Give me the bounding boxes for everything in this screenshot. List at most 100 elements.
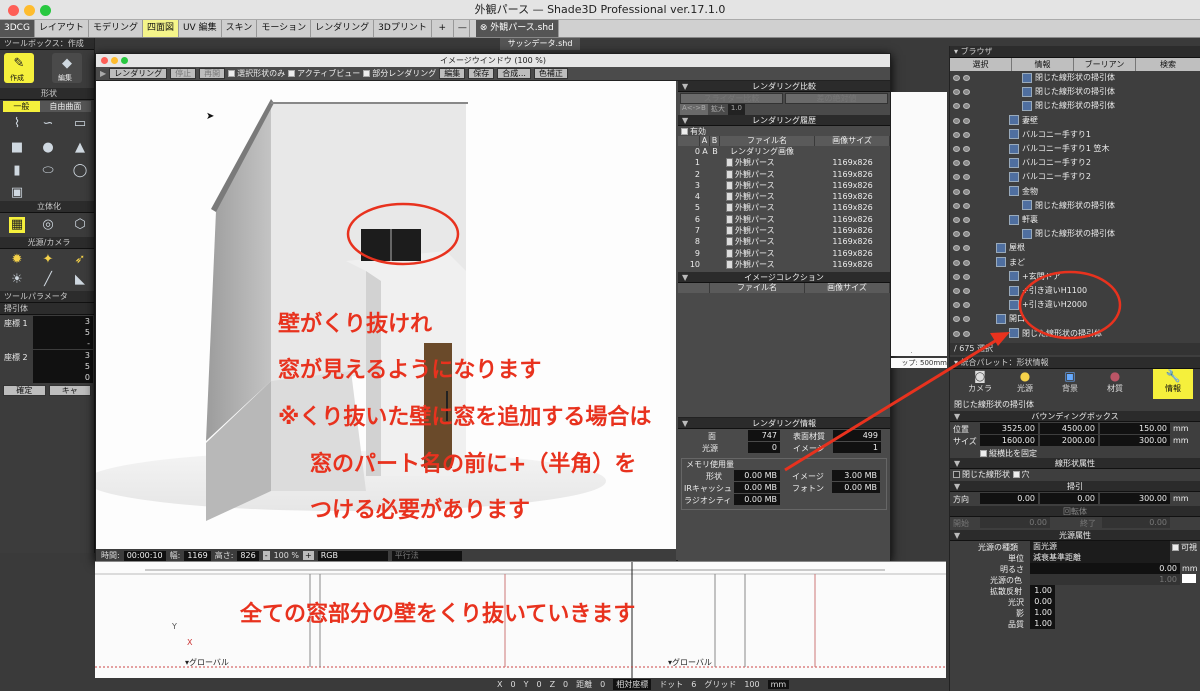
render-eye-icon[interactable] xyxy=(963,75,970,81)
tab-uv-edit[interactable]: UV 編集 xyxy=(178,20,222,37)
quality-field[interactable]: 1.00 xyxy=(1030,618,1055,629)
cube-icon[interactable]: ■ xyxy=(9,140,25,156)
visibility-eye-icon[interactable] xyxy=(953,316,960,323)
render-eye-icon[interactable] xyxy=(963,103,970,110)
line-light-icon[interactable]: ╱ xyxy=(40,272,56,288)
browser-tree-item[interactable]: バルコニー手すり2 xyxy=(950,170,1200,184)
browser-tree-item[interactable]: 閉じた線形状の掃引体 xyxy=(950,199,1200,213)
render-eye-icon[interactable] xyxy=(963,131,970,138)
zoom-value[interactable]: 100 % xyxy=(274,551,299,560)
history-current-row[interactable]: 0 A B レンダリング画像 xyxy=(678,146,890,158)
create-mode-button[interactable]: ✎ 作成 xyxy=(4,53,34,83)
browser-tree-item[interactable]: 軒裏 xyxy=(950,213,1200,227)
capsule-icon[interactable]: ⬭ xyxy=(40,163,56,179)
browser-tree-item[interactable]: 閉じた線形状の掃引体 xyxy=(950,71,1200,85)
tab-motion[interactable]: モーション xyxy=(257,20,312,37)
camera-icon[interactable]: ◣ xyxy=(72,272,88,288)
history-enabled-checkbox[interactable]: 有効 xyxy=(678,126,890,136)
browser-tree-item[interactable]: 妻壁 xyxy=(950,114,1200,128)
render-eye-icon[interactable] xyxy=(963,174,970,181)
visible-checkbox[interactable]: 可視 xyxy=(1172,542,1197,553)
visibility-eye-icon[interactable] xyxy=(953,273,960,280)
browser-tree-item[interactable]: 開口 xyxy=(950,312,1200,326)
visibility-eye-icon[interactable] xyxy=(953,217,960,223)
restart-button[interactable]: 再開 xyxy=(199,68,226,79)
spot-light-icon[interactable]: ✦ xyxy=(40,252,56,268)
browser-tab-select[interactable]: 選択 xyxy=(950,58,1012,71)
history-row[interactable]: 6 外観パース 1169x826 xyxy=(678,214,890,225)
tab-3dcg[interactable]: 3DCG xyxy=(0,20,35,37)
end-value[interactable]: 0.00 xyxy=(1102,517,1170,528)
relative-coord-select[interactable]: 相対座標 xyxy=(613,679,652,690)
zoom-in-button[interactable]: + xyxy=(303,551,314,560)
image-window-zoom[interactable] xyxy=(121,57,128,64)
brightness-field[interactable]: 0.00 xyxy=(1030,563,1180,574)
visibility-eye-icon[interactable] xyxy=(953,288,960,294)
edit-mode-button[interactable]: ◆ 編集 xyxy=(52,53,82,83)
area-light-icon[interactable]: ☀ xyxy=(9,272,25,288)
global-coord-left[interactable]: ▾グローバル xyxy=(185,657,229,668)
size-x[interactable]: 1600.00 xyxy=(980,435,1038,446)
render-eye-icon[interactable] xyxy=(963,273,970,280)
history-row[interactable]: 4 外観パース 1169x826 xyxy=(678,191,890,202)
visibility-eye-icon[interactable] xyxy=(953,259,960,266)
remove-tab-button[interactable]: — xyxy=(453,20,470,37)
slider-compare-button[interactable]: スライダー比較 xyxy=(680,93,783,104)
cylinder-icon[interactable]: ▮ xyxy=(9,163,25,179)
coord2-x[interactable]: 3 xyxy=(33,350,93,361)
image-window-minimize[interactable] xyxy=(111,57,118,64)
close-window-button[interactable] xyxy=(8,5,19,16)
expand-icon[interactable]: ▶ xyxy=(100,69,106,78)
browser-tree-item[interactable]: 金物 xyxy=(950,185,1200,199)
visibility-eye-icon[interactable] xyxy=(953,174,960,181)
browser-tree-item[interactable]: 閉じた線形状の掃引体 xyxy=(950,85,1200,99)
sphere-icon[interactable]: ● xyxy=(40,140,56,156)
tab-3dprint[interactable]: 3Dプリント xyxy=(374,20,432,37)
browser-tree-item[interactable]: 閉じた線形状の掃引体 xyxy=(950,227,1200,241)
history-row[interactable]: 7 外観パース 1169x826 xyxy=(678,225,890,236)
direction-z[interactable]: 300.00 xyxy=(1100,493,1170,504)
coord1-y[interactable]: 5 xyxy=(33,327,93,338)
browser-tree-item[interactable]: バルコニー手すり1 xyxy=(950,128,1200,142)
tab-general[interactable]: 一般 xyxy=(3,101,40,112)
unit-select-bottom[interactable]: mm xyxy=(767,680,790,689)
visibility-eye-icon[interactable] xyxy=(953,231,960,238)
render-eye-icon[interactable] xyxy=(963,245,970,252)
visibility-eye-icon[interactable] xyxy=(953,330,960,337)
directional-light-icon[interactable]: ➶ xyxy=(72,252,88,268)
visibility-eye-icon[interactable] xyxy=(953,117,960,124)
compare-zoom-field[interactable]: 1.0 xyxy=(727,104,745,115)
stop-button[interactable]: 停止 xyxy=(170,68,197,79)
palette-tab-info[interactable]: 🔧 情報 xyxy=(1153,369,1193,399)
render-eye-icon[interactable] xyxy=(963,316,970,323)
coord2-z[interactable]: 0 xyxy=(33,372,93,383)
browser-tree-item[interactable]: 閉じた線形状の掃引体 xyxy=(950,99,1200,113)
browser-tab-boolean[interactable]: ブーリアン xyxy=(1074,58,1136,71)
cone-icon[interactable]: ▲ xyxy=(72,140,88,156)
light-type-select[interactable]: 面光源 xyxy=(1030,541,1170,552)
browser-tree-item[interactable]: 閉じた線形状の掃引体 xyxy=(950,327,1200,341)
history-row[interactable]: 1 外観パース 1169x826 xyxy=(678,157,890,168)
top-right-viewport[interactable] xyxy=(891,92,947,352)
coord1-x[interactable]: 3 xyxy=(33,316,93,327)
render-eye-icon[interactable] xyxy=(963,160,970,167)
render-button[interactable]: レンダリング xyxy=(109,68,168,79)
browser-tree-item[interactable]: +引き違いH1100 xyxy=(950,284,1200,298)
close-icon[interactable]: ⊗ xyxy=(480,23,490,33)
zoom-out-button[interactable]: - xyxy=(262,551,270,560)
minimize-window-button[interactable] xyxy=(24,5,35,16)
render-eye-icon[interactable] xyxy=(963,146,970,152)
save-menu-button[interactable]: 保存 xyxy=(468,68,495,79)
hole-checkbox[interactable]: 穴 xyxy=(1012,470,1030,479)
tab-skin[interactable]: スキン xyxy=(221,20,258,37)
rectangle-icon[interactable]: ▭ xyxy=(72,116,88,132)
light-color-swatch[interactable] xyxy=(1182,574,1196,583)
width-field[interactable]: 1169 xyxy=(184,550,211,561)
cancel-button[interactable]: キャ xyxy=(48,385,91,396)
browser-tab-search[interactable]: 検索 xyxy=(1136,58,1200,71)
shadow-field[interactable]: 1.00 xyxy=(1030,607,1055,618)
polyline-icon[interactable]: ⌇ xyxy=(9,116,25,132)
position-y[interactable]: 4500.00 xyxy=(1040,423,1098,434)
position-z[interactable]: 150.00 xyxy=(1100,423,1170,434)
render-eye-icon[interactable] xyxy=(963,89,970,96)
